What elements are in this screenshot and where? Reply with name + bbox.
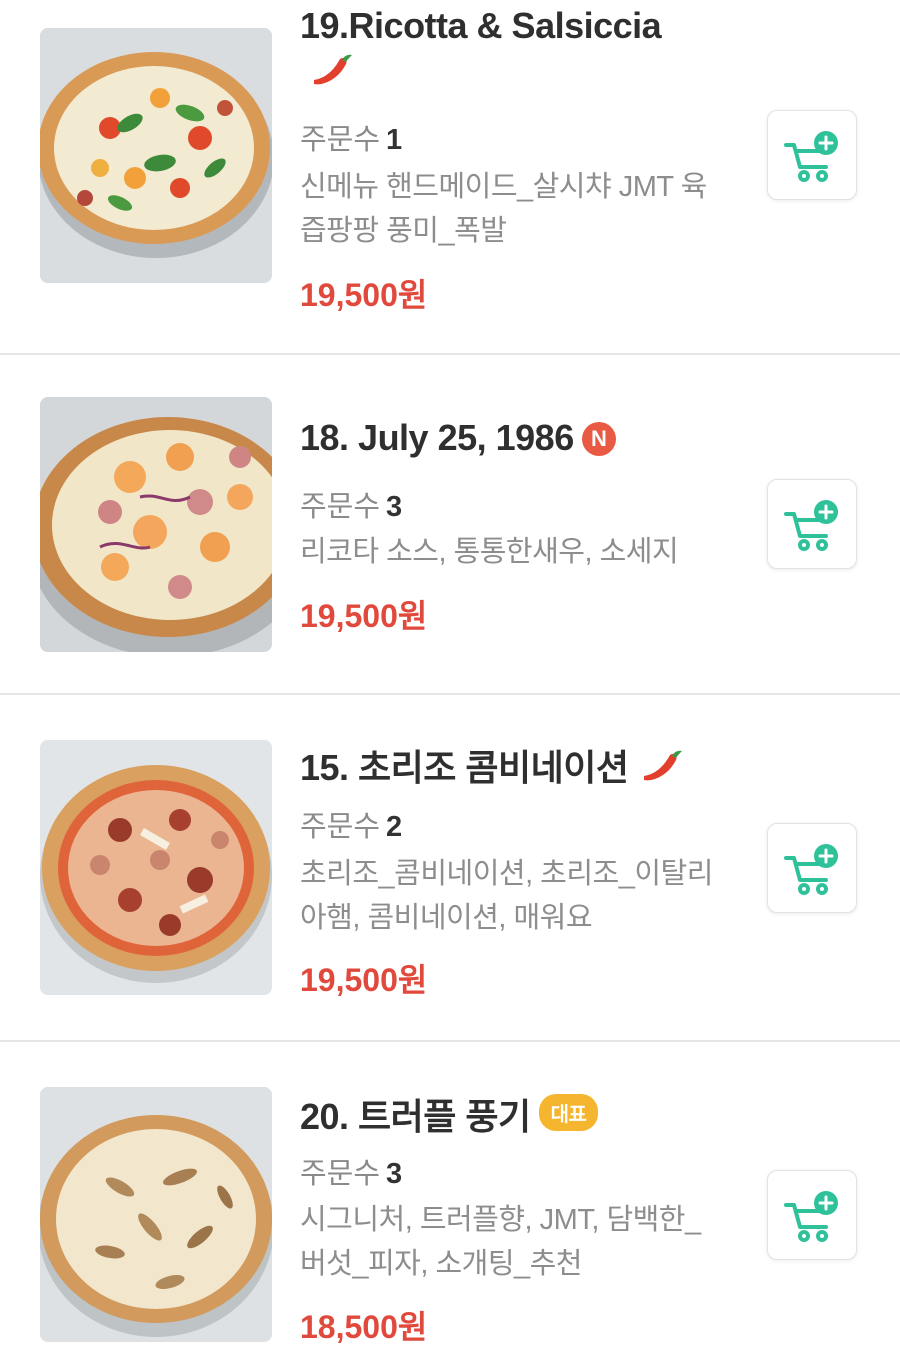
pizza-photo[interactable] <box>40 28 272 283</box>
menu-list: 19.Ricotta & Salsiccia 주문수 1 신메뉴 핸드메이드_살시… <box>0 0 900 1345</box>
menu-item-name-text: 20. 트러플 풍기 <box>300 1096 531 1137</box>
menu-item-price: 19,500원 <box>300 962 428 998</box>
chili-pepper-icon <box>308 50 356 95</box>
cart-plus-icon <box>784 1191 838 1242</box>
menu-item-description: 신메뉴 핸드메이드_살시챠 JMT 육즙팡팡 풍미_폭발 <box>300 171 707 247</box>
menu-item-price: 19,500원 <box>300 277 428 313</box>
add-to-cart-button[interactable] <box>767 823 857 913</box>
menu-item-name-text: 15. 초리조 콤비네이션 <box>300 747 629 788</box>
order-count-value: 3 <box>386 1158 403 1190</box>
menu-item-description: 시그니처, 트러플향, JMT, 담백한_버섯_피자, 소개팅_추천 <box>300 1204 701 1280</box>
add-to-cart-button[interactable] <box>767 479 857 569</box>
new-badge: N <box>581 422 616 456</box>
order-count-value: 3 <box>386 491 403 523</box>
order-count-label: 주문수 <box>300 1158 381 1190</box>
menu-item[interactable]: 15. 초리조 콤비네이션 주문수 2 초리조_콤비네이션, 초리조_이탈리아햄,… <box>0 695 900 1042</box>
menu-item-description: 리코타 소스, 통통한새우, 소세지 <box>300 536 679 568</box>
order-count-value: 2 <box>386 811 403 843</box>
menu-item-name-text: 18. July 25, 1986 <box>300 417 574 458</box>
order-count-label: 주문수 <box>300 811 381 843</box>
menu-item-name: 18. July 25, 1986 N <box>300 417 616 459</box>
menu-item-description: 초리조_콤비네이션, 초리조_이탈리아햄, 콤비네이션, 매워요 <box>300 858 713 934</box>
pizza-photo[interactable] <box>40 1087 272 1342</box>
order-count: 주문수 2 <box>300 803 402 845</box>
cart-plus-icon <box>784 131 838 182</box>
pizza-photo[interactable] <box>40 740 272 995</box>
cart-plus-icon <box>784 500 838 551</box>
order-count: 주문수 1 <box>300 116 402 158</box>
menu-item[interactable]: 19.Ricotta & Salsiccia 주문수 1 신메뉴 핸드메이드_살시… <box>0 0 900 355</box>
menu-item-name: 20. 트러플 풍기 대표 <box>300 1088 599 1140</box>
signature-badge: 대표 <box>538 1094 599 1131</box>
menu-item-price: 19,500원 <box>300 598 428 634</box>
menu-item-name: 19.Ricotta & Salsiccia <box>300 5 662 47</box>
cart-plus-icon <box>784 844 838 895</box>
add-to-cart-button[interactable] <box>767 110 857 200</box>
order-count: 주문수 3 <box>300 483 402 525</box>
order-count-label: 주문수 <box>300 491 381 523</box>
menu-item-price: 18,500원 <box>300 1309 428 1345</box>
menu-item-name: 15. 초리조 콤비네이션 <box>300 739 686 795</box>
chili-pepper-icon <box>638 746 686 795</box>
pizza-photo[interactable] <box>40 397 272 652</box>
order-count-value: 1 <box>386 124 403 156</box>
menu-item[interactable]: 18. July 25, 1986 N 주문수 3 리코타 소스, 통통한새우, 소… <box>0 355 900 695</box>
order-count: 주문수 3 <box>300 1150 402 1192</box>
add-to-cart-button[interactable] <box>767 1170 857 1260</box>
menu-item[interactable]: 20. 트러플 풍기 대표 주문수 3 시그니처, 트러플향, JMT, 담백한_버… <box>0 1042 900 1345</box>
order-count-label: 주문수 <box>300 124 381 156</box>
menu-item-name-text: 19.Ricotta & Salsiccia <box>300 5 662 46</box>
